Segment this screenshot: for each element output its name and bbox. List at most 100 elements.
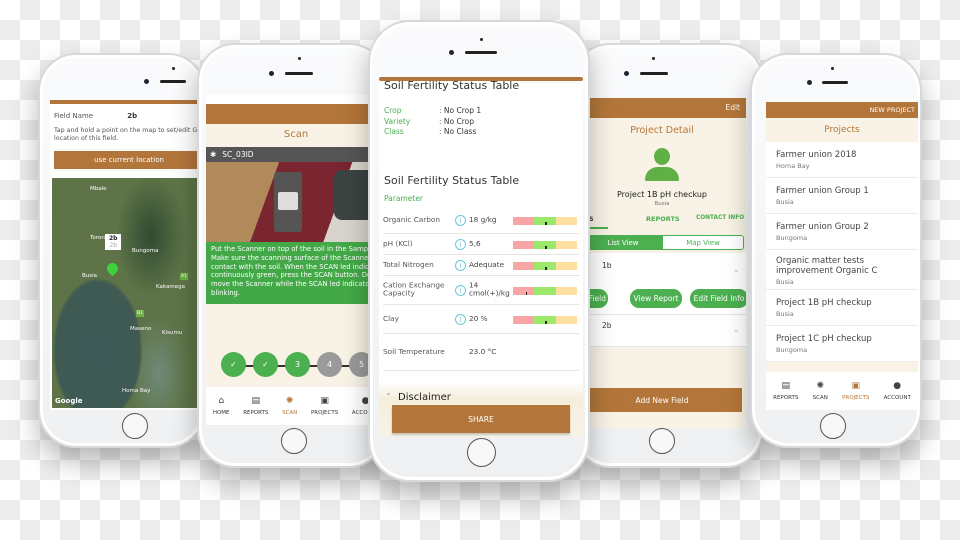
project-name: Project 1B pH checkup — [617, 190, 707, 199]
front-camera — [807, 80, 812, 85]
home-button[interactable] — [649, 428, 675, 454]
proximity-sensor — [172, 67, 175, 70]
info-icon[interactable]: i — [455, 285, 466, 296]
nav-scan[interactable]: ✺ SCAN — [813, 381, 828, 401]
status-marker — [545, 320, 547, 324]
header-bar — [50, 100, 204, 104]
field-name-label: Field Name — [54, 112, 94, 120]
earpiece — [465, 51, 497, 54]
home-button[interactable] — [820, 413, 846, 439]
screen-title: Scan — [283, 129, 309, 140]
front-camera — [624, 71, 629, 76]
param-row: Soil Temperature 23.0 °C — [383, 334, 579, 371]
status-marker — [545, 245, 547, 249]
pin-subtitle: 2b — [109, 242, 118, 250]
home-button[interactable] — [281, 428, 307, 454]
pin-title: 2b — [109, 235, 118, 242]
view-report-button[interactable]: View Report — [630, 289, 682, 308]
field-name-value[interactable]: 2b — [127, 112, 137, 120]
crop-info: Crop: No Crop 1 Variety: No Crop Class: … — [384, 106, 481, 138]
field-name-row: Field Name 2b — [54, 112, 137, 120]
scan-icon: ✺ — [816, 381, 824, 391]
chevron-down-icon: ⌄ — [385, 388, 392, 397]
field-item[interactable]: ▲ 2b ⌄ — [578, 315, 746, 347]
map-label: Homa Bay — [122, 388, 151, 394]
screen: Soil Fertility Status Table Crop: No Cro… — [379, 77, 583, 437]
param-value: 23.0 °C — [469, 346, 497, 356]
use-location-button[interactable]: use current location — [54, 151, 204, 169]
project-item[interactable]: Farmer union 2018 Homa Bay — [766, 142, 918, 178]
earpiece — [640, 72, 668, 75]
bar-segment-r — [513, 315, 535, 324]
proximity-sensor — [480, 38, 483, 41]
device-name: SC_03ID — [222, 150, 254, 159]
map-view[interactable]: Mbale Tororo Busia Bungoma Kakamega Mase… — [52, 178, 204, 408]
bar-segment-y — [555, 240, 577, 249]
scan-icon: ✺ — [285, 396, 294, 406]
bar-segment-y — [555, 286, 577, 295]
map-label: Kisumu — [162, 330, 183, 336]
phone-project-detail: Back Edit Project Detail Project 1B pH c… — [572, 43, 764, 468]
status-bar — [513, 261, 577, 270]
project-item[interactable]: Farmer union Group 2 Bungoma — [766, 214, 918, 250]
reports-icon: ▤ — [251, 396, 261, 406]
bar-segment-y — [555, 261, 577, 270]
info-icon[interactable]: i — [455, 215, 466, 226]
info-icon[interactable]: i — [455, 260, 466, 271]
param-header: Parameter — [384, 194, 424, 203]
home-button[interactable] — [122, 413, 148, 439]
project-item[interactable]: Farmer union Group 1 Busia — [766, 178, 918, 214]
new-project-button[interactable]: NEW PROJECT — [869, 106, 915, 114]
nav-scan[interactable]: ✺ SCAN — [282, 396, 297, 416]
scanner-photo — [206, 162, 385, 242]
tab-reports[interactable]: REPORTS — [646, 215, 680, 223]
step-1: ✓ — [221, 352, 246, 377]
nav-reports[interactable]: ▤ REPORTS — [243, 396, 268, 416]
share-button[interactable]: SHARE — [392, 405, 570, 433]
bottom-nav: ⌂ HOME ▤ REPORTS ✺ SCAN ▣ PROJECTS ● ACCOUNT — [206, 387, 385, 425]
status-marker — [545, 221, 547, 225]
tab-contact-info[interactable]: CONTACT INFO — [696, 215, 744, 221]
fertility-table: Organic Carbon i 18 g/kg pH (KCl) i 5,6 Total … — [383, 207, 579, 372]
screen: Field Name 2b Tap and hold a point on th… — [50, 100, 206, 410]
chevron-down-icon[interactable]: ⌄ — [732, 265, 740, 275]
nav-projects[interactable]: ▣ PROJECTS — [842, 381, 869, 401]
edit-field-info-button[interactable]: Edit Field Info — [690, 289, 746, 308]
param-name: Soil Temperature — [383, 346, 445, 356]
project-item[interactable]: Project 1B pH checkup Busia — [766, 290, 918, 326]
info-icon[interactable]: i — [455, 314, 466, 325]
field-list: ▲ 1b ⌄ Scan Field View Report Edit Field… — [578, 253, 746, 347]
bar-segment-r — [513, 261, 535, 270]
account-icon: ● — [893, 381, 902, 391]
header-title: Soil Fertility Status Table — [384, 79, 520, 92]
project-item[interactable]: Organic matter tests improvement Organic… — [766, 250, 918, 290]
info-row-crop: Crop: No Crop 1 — [384, 106, 482, 115]
info-icon[interactable]: i — [455, 239, 466, 250]
instruction-text: Tap and hold a point on the map to set/e… — [54, 127, 206, 142]
nav-reports[interactable]: ▤ REPORTS — [773, 381, 798, 401]
map-view-toggle[interactable]: Map View — [663, 236, 743, 249]
nav-account[interactable]: ● ACCOUNT — [884, 381, 911, 401]
front-camera — [144, 79, 149, 84]
home-button[interactable] — [467, 438, 496, 467]
bottom-nav: ▤ REPORTS ✺ SCAN ▣ PROJECTS ● ACCOUNT — [766, 372, 918, 410]
map-label: Busia — [82, 273, 98, 279]
info-row-class: Class: No Class — [384, 127, 477, 136]
edit-button[interactable]: Edit — [725, 103, 740, 112]
param-row: Cation Exchange Capacity i 14 cmol(+)/kg — [383, 276, 579, 305]
chevron-down-icon[interactable]: ⌄ — [732, 325, 740, 335]
projects-list: Farmer union 2018 Homa Bay Farmer union G… — [766, 142, 918, 362]
status-marker — [525, 291, 528, 295]
project-item[interactable]: Project 1C pH checkup Bungoma — [766, 326, 918, 362]
map-label: Mbale — [90, 186, 107, 192]
nav-projects[interactable]: ▣ PROJECTS — [311, 396, 338, 416]
reports-icon: ▤ — [781, 381, 790, 391]
status-bar — [513, 286, 577, 295]
field-item[interactable]: ▲ 1b ⌄ Scan Field View Report Edit Field… — [578, 253, 746, 315]
add-new-field-button[interactable]: Add New Field — [582, 388, 742, 412]
param-value: 14 cmol(+)/kg — [469, 280, 510, 298]
road-badge: A1 — [180, 273, 188, 280]
nav-home[interactable]: ⌂ HOME — [213, 396, 230, 416]
location-pin-icon[interactable] — [104, 260, 121, 277]
list-view-toggle[interactable]: List View — [583, 236, 663, 249]
